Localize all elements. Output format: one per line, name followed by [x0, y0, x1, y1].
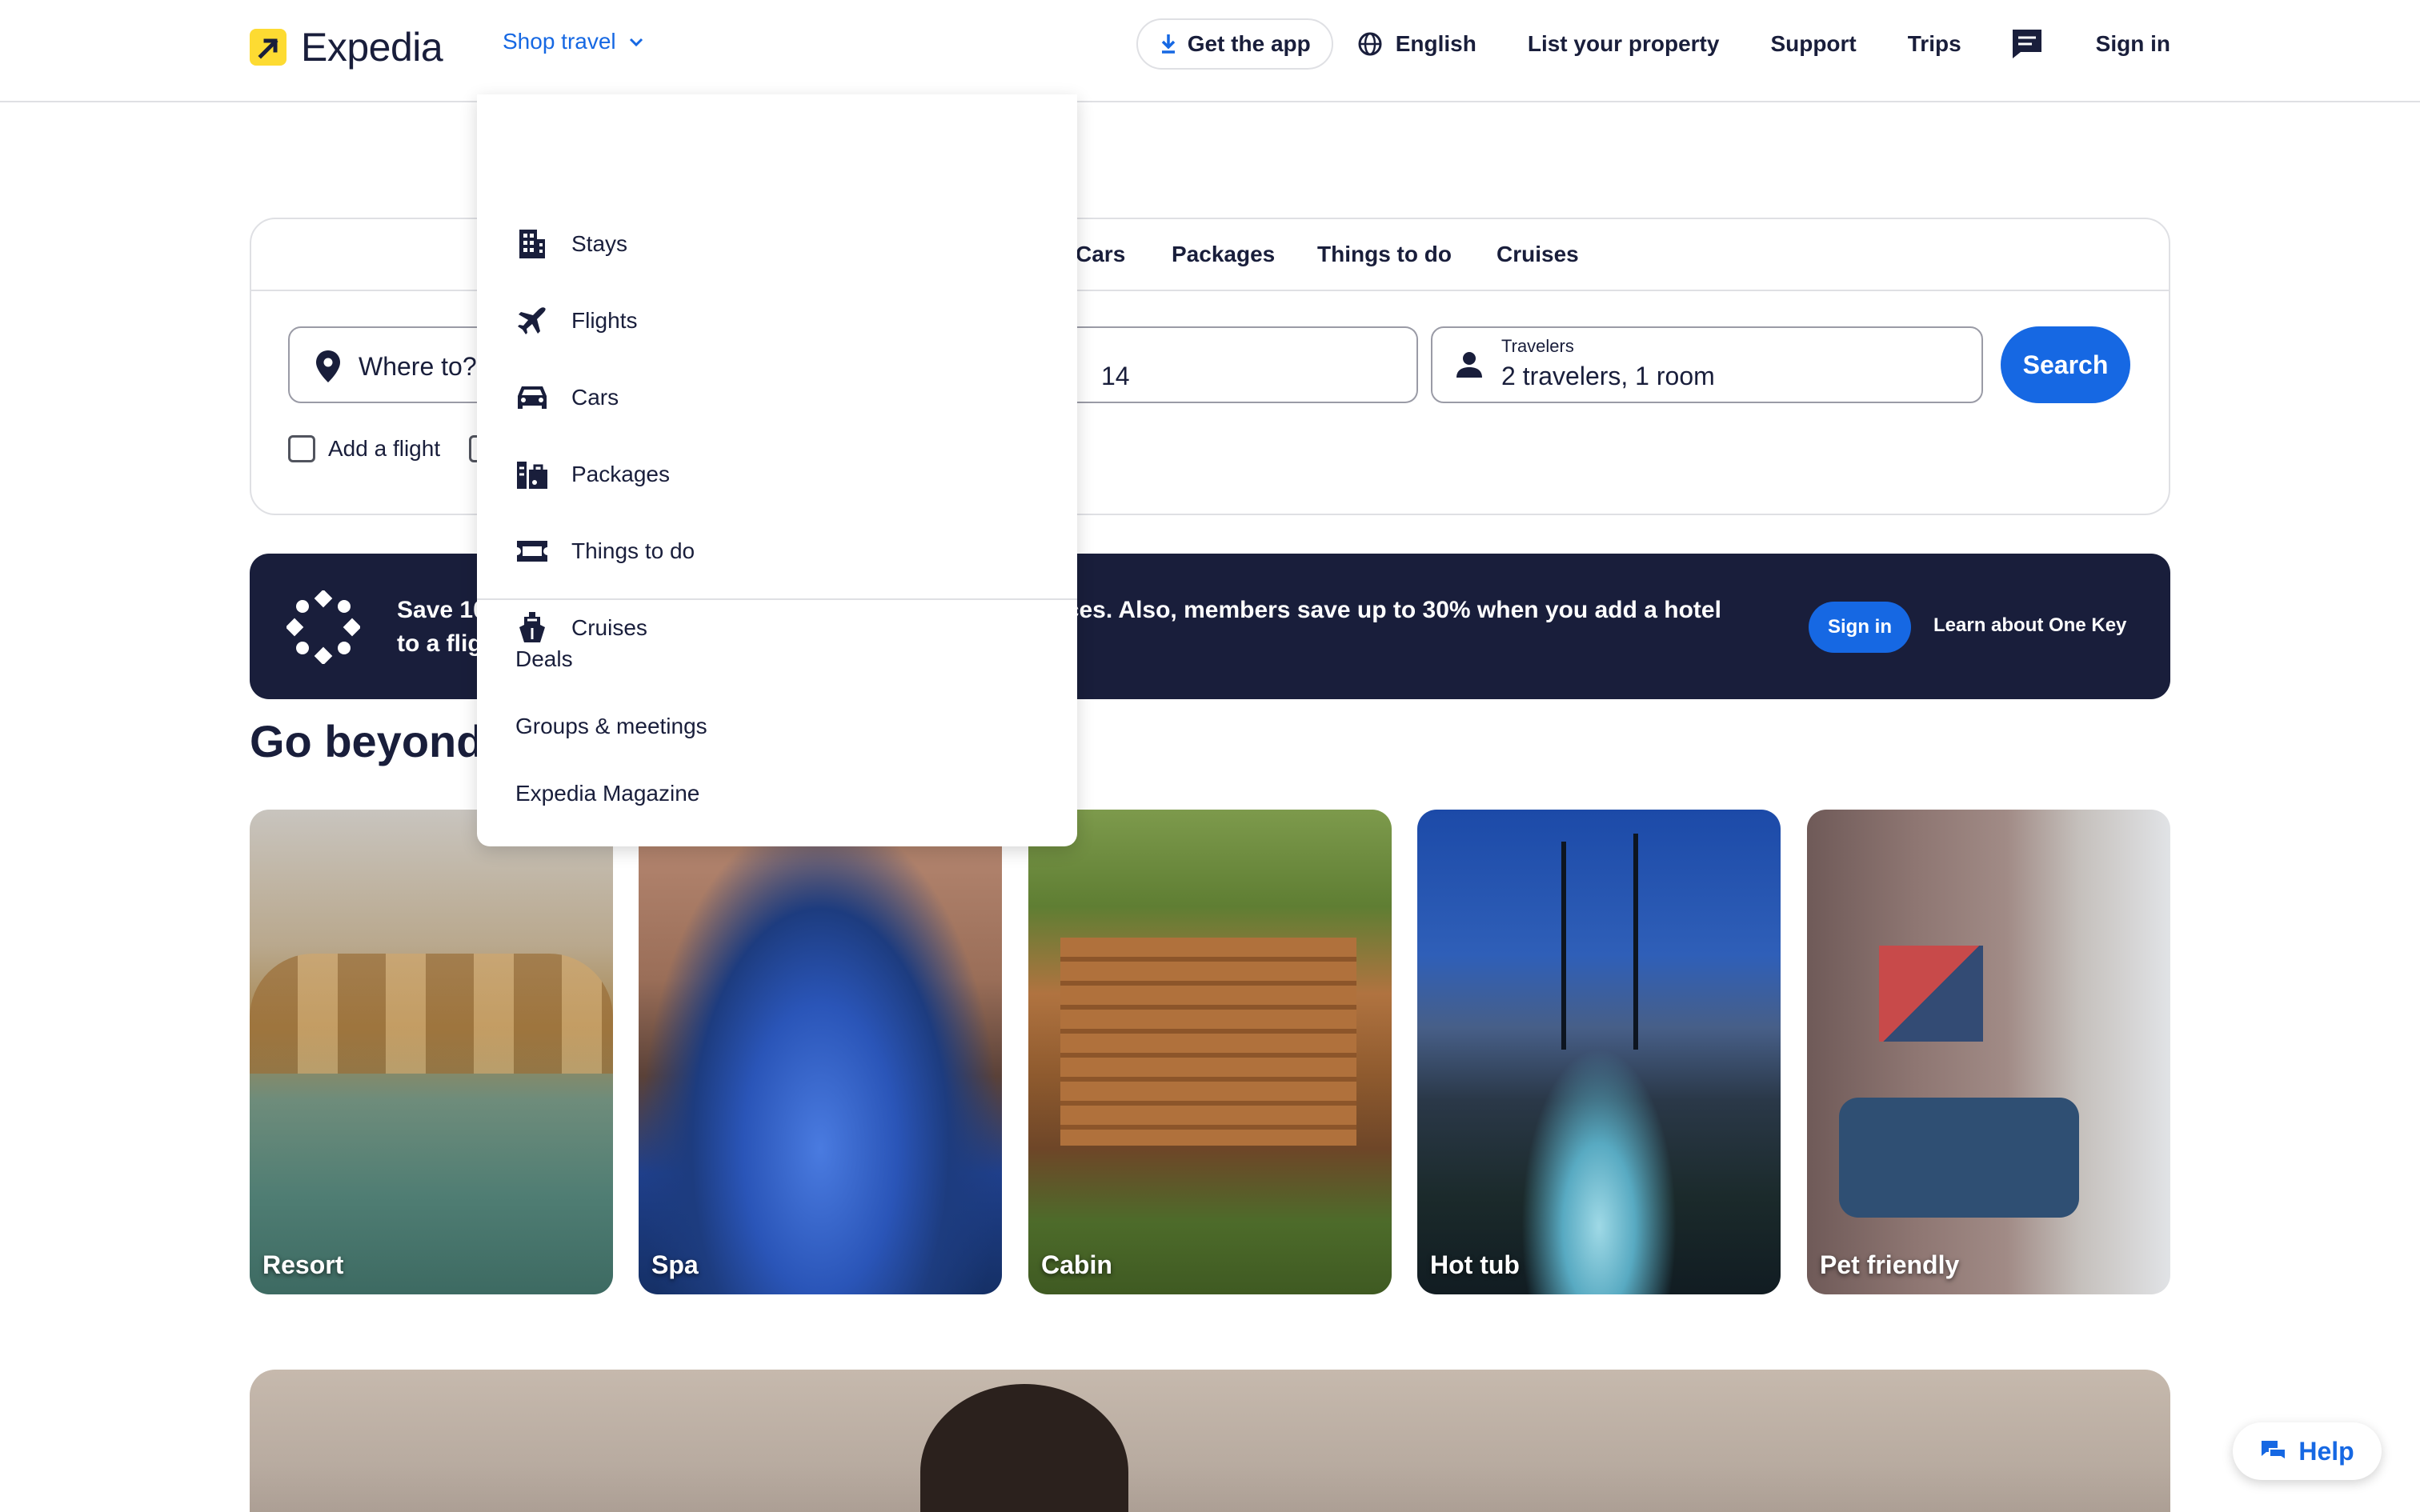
car-icon: [515, 381, 549, 414]
card-resort[interactable]: Resort: [250, 810, 613, 1294]
dropdown-item-things-to-do[interactable]: Things to do: [515, 531, 695, 571]
language-label: English: [1395, 31, 1476, 56]
sofa-image: [1839, 1098, 2079, 1218]
add-flight-checkbox[interactable]: Add a flight: [288, 435, 440, 462]
get-the-app-button[interactable]: Get the app: [1136, 18, 1333, 70]
tab-packages[interactable]: Packages: [1172, 242, 1275, 267]
globe-icon: [1358, 32, 1382, 56]
logo-text: Expedia: [301, 25, 443, 70]
dropdown-item-label: Stays: [571, 231, 628, 256]
card-label: Cabin: [1041, 1250, 1112, 1279]
top-header: Expedia Shop travel Get the app English …: [0, 0, 2420, 102]
dates-value: 14: [1101, 362, 1130, 390]
dropdown-item-label: Cruises: [571, 615, 647, 640]
travelers-label: Travelers: [1501, 336, 1574, 356]
tab-cars[interactable]: Cars: [1076, 242, 1125, 267]
dropdown-item-label: Flights: [571, 308, 638, 333]
banner-sign-in-button[interactable]: Sign in: [1809, 602, 1911, 653]
banner-text-line2: to a flig: [397, 630, 483, 657]
shop-travel-dropdown: Stays Flights Cars Packages Things to do…: [477, 94, 1077, 846]
expedia-logo[interactable]: Expedia: [250, 24, 443, 70]
dropdown-item-cars[interactable]: Cars: [515, 378, 619, 418]
search-button[interactable]: Search: [2001, 326, 2130, 403]
building-icon: [515, 227, 549, 261]
support-link[interactable]: Support: [1770, 31, 1856, 57]
get-the-app-label: Get the app: [1187, 31, 1311, 56]
dropdown-item-flights[interactable]: Flights: [515, 301, 637, 341]
airplane-icon: [515, 304, 549, 338]
dropdown-item-label: Packages: [571, 462, 670, 486]
card-label: Spa: [651, 1250, 699, 1279]
banner-text-start: Save 10: [397, 597, 487, 623]
tab-things-to-do[interactable]: Things to do: [1317, 242, 1452, 267]
dropdown-divider: [477, 598, 1077, 600]
language-selector[interactable]: English: [1357, 31, 1476, 57]
wall-art-image: [1879, 946, 1983, 1042]
add-flight-label: Add a flight: [328, 436, 441, 461]
help-button[interactable]: Help: [2233, 1422, 2382, 1480]
ship-icon: [515, 611, 549, 645]
person-silhouette-image: [920, 1384, 1128, 1512]
destination-placeholder: Where to?: [359, 352, 477, 381]
learn-about-one-key-link[interactable]: Learn about One Key: [1933, 614, 2126, 637]
dropdown-item-packages[interactable]: Packages: [515, 454, 670, 494]
list-your-property-link[interactable]: List your property: [1528, 31, 1720, 57]
card-label: Resort: [262, 1250, 344, 1279]
help-label: Help: [2298, 1436, 2354, 1466]
resort-image: [250, 954, 613, 1074]
header-sign-in-link[interactable]: Sign in: [2096, 31, 2170, 57]
ticket-icon: [515, 534, 549, 568]
card-label: Pet friendly: [1820, 1250, 1960, 1279]
shop-travel-label: Shop travel: [503, 29, 616, 54]
shop-travel-menu-button[interactable]: Shop travel: [503, 29, 645, 54]
hero-image: [250, 1370, 2170, 1512]
tab-cruises[interactable]: Cruises: [1496, 242, 1579, 267]
dropdown-link-deals[interactable]: Deals: [515, 646, 573, 672]
dropdown-link-groups-meetings[interactable]: Groups & meetings: [515, 714, 707, 739]
card-hot-tub[interactable]: Hot tub: [1417, 810, 1781, 1294]
travelers-input[interactable]: Travelers 2 travelers, 1 room: [1431, 326, 1983, 403]
checkbox-box: [288, 435, 315, 462]
trips-link[interactable]: Trips: [1908, 31, 1961, 57]
card-pet-friendly[interactable]: Pet friendly: [1807, 810, 2170, 1294]
dropdown-item-cruises[interactable]: Cruises: [515, 608, 647, 648]
chevron-down-icon: [629, 38, 643, 47]
card-cabin[interactable]: Cabin: [1028, 810, 1392, 1294]
header-nav: Get the app English List your property S…: [1136, 18, 2170, 70]
travelers-value: 2 travelers, 1 room: [1501, 362, 1715, 390]
messages-button[interactable]: [2009, 26, 2045, 62]
dropdown-item-label: Cars: [571, 385, 619, 410]
palm-tree-image: [1561, 842, 1566, 1050]
dropdown-item-label: Things to do: [571, 538, 695, 563]
dropdown-item-stays[interactable]: Stays: [515, 224, 627, 264]
expedia-logo-icon: [250, 29, 286, 66]
download-icon: [1161, 34, 1175, 54]
property-type-cards: Resort Spa Cabin Hot tub Pet friendly: [250, 810, 2170, 1294]
palm-tree-image: [1633, 834, 1638, 1050]
one-key-icon: [286, 590, 360, 664]
cabin-image: [1060, 938, 1356, 1146]
card-spa[interactable]: Spa: [639, 810, 1002, 1294]
dropdown-link-expedia-magazine[interactable]: Expedia Magazine: [515, 781, 699, 806]
dates-input[interactable]: 14: [1077, 326, 1418, 403]
chat-bubbles-icon: [2262, 1441, 2287, 1462]
chat-icon: [2012, 30, 2041, 58]
packages-icon: [515, 458, 549, 491]
card-label: Hot tub: [1430, 1250, 1520, 1279]
person-icon: [1456, 352, 1482, 378]
banner-text-end: rices. Also, members save up to 30% when…: [1049, 597, 1721, 623]
map-pin-icon: [316, 350, 340, 382]
section-title: Go beyond: [250, 716, 484, 766]
